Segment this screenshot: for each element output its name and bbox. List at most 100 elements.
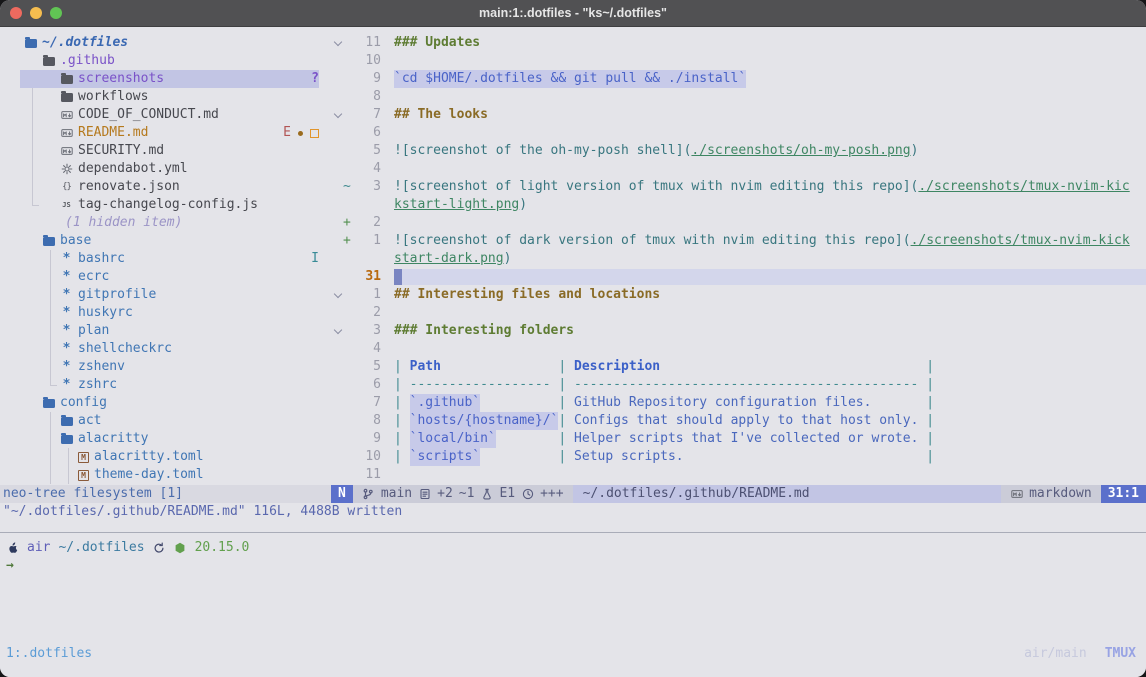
text-segment: Path bbox=[410, 358, 441, 376]
fold-open-icon[interactable] bbox=[335, 330, 343, 333]
tree-item-label: screenshots bbox=[78, 70, 164, 88]
tree-item-code-of-conduct-md[interactable]: CODE_OF_CONDUCT.md bbox=[0, 106, 331, 124]
editor-line[interactable]: 5| Path | Description | bbox=[331, 358, 1146, 376]
tree-item-base[interactable]: base bbox=[0, 232, 331, 250]
editor-line[interactable]: 8| `hosts/{hostname}/`| Configs that sho… bbox=[331, 412, 1146, 430]
statusline-item: E1 bbox=[499, 485, 515, 503]
editor-line[interactable]: 3### Interesting folders bbox=[331, 322, 1146, 340]
markdown-link[interactable]: kstart-light.png bbox=[394, 196, 519, 214]
editor-line[interactable]: ~3![screenshot of light version of tmux … bbox=[331, 178, 1146, 196]
tree-item-shellcheckrc[interactable]: *shellcheckrc bbox=[0, 340, 331, 358]
markdown-link[interactable]: ./screenshots/tmux-nvim-kick bbox=[911, 232, 1130, 250]
text-segment: | bbox=[926, 430, 934, 448]
git-modified-dot bbox=[298, 131, 303, 136]
text-segment: | ------------------ | -----------------… bbox=[394, 376, 934, 394]
tree-item-security-md[interactable]: SECURITY.md bbox=[0, 142, 331, 160]
gear-icon bbox=[60, 163, 73, 176]
tree-item-alacritty-toml[interactable]: Malacritty.toml bbox=[0, 448, 331, 466]
tree-item-bashrc[interactable]: *bashrcI bbox=[0, 250, 331, 268]
line-number: 11 bbox=[351, 466, 381, 484]
editor-line[interactable]: 31 bbox=[331, 268, 1146, 286]
tree-item-zshenv[interactable]: *zshenv bbox=[0, 358, 331, 376]
tree-item-label: alacritty bbox=[78, 430, 148, 448]
tree-item-renovate-json[interactable]: {}renovate.json bbox=[0, 178, 331, 196]
fold-open-icon[interactable] bbox=[335, 114, 343, 117]
prompt-host: air bbox=[27, 539, 50, 557]
editor-line[interactable]: 10 bbox=[331, 52, 1146, 70]
tmux-window-label[interactable]: 1:.dotfiles bbox=[6, 645, 92, 663]
text-segment: | bbox=[558, 394, 574, 412]
editor-line[interactable]: 8 bbox=[331, 88, 1146, 106]
editor-line[interactable]: 5![screenshot of the oh-my-posh shell](.… bbox=[331, 142, 1146, 160]
editor-line[interactable]: 9| `local/bin` | Helper scripts that I'v… bbox=[331, 430, 1146, 448]
shell-prompt[interactable]: air~/.dotfiles20.15.0 bbox=[6, 539, 249, 557]
tree-item-huskyrc[interactable]: *huskyrc bbox=[0, 304, 331, 322]
node-icon bbox=[174, 542, 187, 555]
editor-line[interactable]: 9 `cd $HOME/.dotfiles && git pull && ./in… bbox=[331, 70, 1146, 88]
tree-item-label: alacritty.toml bbox=[94, 448, 204, 466]
editor-line[interactable]: kstart-light.png) bbox=[331, 196, 1146, 214]
editor-line[interactable]: 11 bbox=[331, 466, 1146, 484]
tree-item-label: shellcheckrc bbox=[78, 340, 172, 358]
fold-open-icon[interactable] bbox=[335, 42, 343, 45]
markdown-link[interactable]: ./screenshots/oh-my-posh.png bbox=[691, 142, 910, 160]
tree-item-act[interactable]: act bbox=[0, 412, 331, 430]
line-number: 3 bbox=[351, 178, 381, 196]
editor-panel: 11### Updates109`cd $HOME/.dotfiles && g… bbox=[331, 27, 1146, 485]
tree-item--1-hidden-item-[interactable]: (1 hidden item) bbox=[0, 214, 331, 232]
text-segment bbox=[496, 430, 559, 448]
editor-line[interactable]: +2 bbox=[331, 214, 1146, 232]
line-text: `cd $HOME/.dotfiles && git pull && ./ins… bbox=[394, 70, 746, 88]
star-icon: * bbox=[60, 361, 73, 374]
editor-line[interactable]: 7## The looks bbox=[331, 106, 1146, 124]
tree-item-dependabot-yml[interactable]: dependabot.yml bbox=[0, 160, 331, 178]
editor-line[interactable]: 6 bbox=[331, 124, 1146, 142]
tree-item-ecrc[interactable]: *ecrc bbox=[0, 268, 331, 286]
toml-icon: M bbox=[78, 452, 89, 463]
tree-item-zshrc[interactable]: *zshrc bbox=[0, 376, 331, 394]
toml-icon: M bbox=[78, 470, 89, 481]
text-segment bbox=[684, 448, 927, 466]
filetype-label: markdown bbox=[1029, 485, 1092, 503]
text-segment: | bbox=[394, 358, 410, 376]
shell-input-line[interactable]: → bbox=[6, 557, 14, 575]
tree-item--github[interactable]: .github bbox=[0, 52, 331, 70]
folder-blue-icon bbox=[60, 433, 73, 446]
tree-item-gitprofile[interactable]: *gitprofile bbox=[0, 286, 331, 304]
line-number: 7 bbox=[351, 106, 381, 124]
markdown-link[interactable]: ./screenshots/tmux-nvim-kic bbox=[918, 178, 1129, 196]
editor-line[interactable]: 6| ------------------ | ----------------… bbox=[331, 376, 1146, 394]
editor-line[interactable]: 10| `scripts` | Setup scripts. | bbox=[331, 448, 1146, 466]
editor-line[interactable]: 4 bbox=[331, 340, 1146, 358]
mode-indicator: N bbox=[331, 485, 353, 503]
line-number: 2 bbox=[351, 214, 381, 232]
tree-item-config[interactable]: config bbox=[0, 394, 331, 412]
tmux-pane-divider[interactable] bbox=[0, 532, 1146, 533]
line-number: 9 bbox=[351, 70, 381, 88]
editor-line[interactable]: 1## Interesting files and locations bbox=[331, 286, 1146, 304]
tree-item-workflows[interactable]: workflows bbox=[0, 88, 331, 106]
tree-item--dotfiles[interactable]: ~/.dotfiles bbox=[0, 34, 331, 52]
editor-line[interactable]: +1![screenshot of dark version of tmux w… bbox=[331, 232, 1146, 250]
editor-line[interactable]: start-dark.png) bbox=[331, 250, 1146, 268]
statusline-item: +2 bbox=[437, 485, 453, 503]
tree-item-label: (1 hidden item) bbox=[65, 214, 182, 232]
tree-item-plan[interactable]: *plan bbox=[0, 322, 331, 340]
line-number: 10 bbox=[351, 448, 381, 466]
text-segment: Setup scripts. bbox=[574, 448, 684, 466]
tree-item-screenshots[interactable]: screenshots? bbox=[0, 70, 331, 88]
fold-open-icon[interactable] bbox=[335, 294, 343, 297]
editor-line[interactable]: 2 bbox=[331, 304, 1146, 322]
tree-item-theme-day-toml[interactable]: Mtheme-day.toml bbox=[0, 466, 331, 484]
editor-line[interactable]: 7| `.github` | GitHub Repository configu… bbox=[331, 394, 1146, 412]
tree-item-label: base bbox=[60, 232, 91, 250]
editor-line[interactable]: 4 bbox=[331, 160, 1146, 178]
js-icon: JS bbox=[60, 199, 73, 212]
tree-item-readme-md[interactable]: README.mdE bbox=[0, 124, 331, 142]
editor-line[interactable]: 11### Updates bbox=[331, 34, 1146, 52]
markdown-link[interactable]: start-dark.png bbox=[394, 250, 504, 268]
text-segment: | bbox=[394, 412, 410, 430]
line-number: 4 bbox=[351, 160, 381, 178]
tree-item-tag-changelog-config-js[interactable]: JStag-changelog-config.js bbox=[0, 196, 331, 214]
tree-item-alacritty[interactable]: alacritty bbox=[0, 430, 331, 448]
